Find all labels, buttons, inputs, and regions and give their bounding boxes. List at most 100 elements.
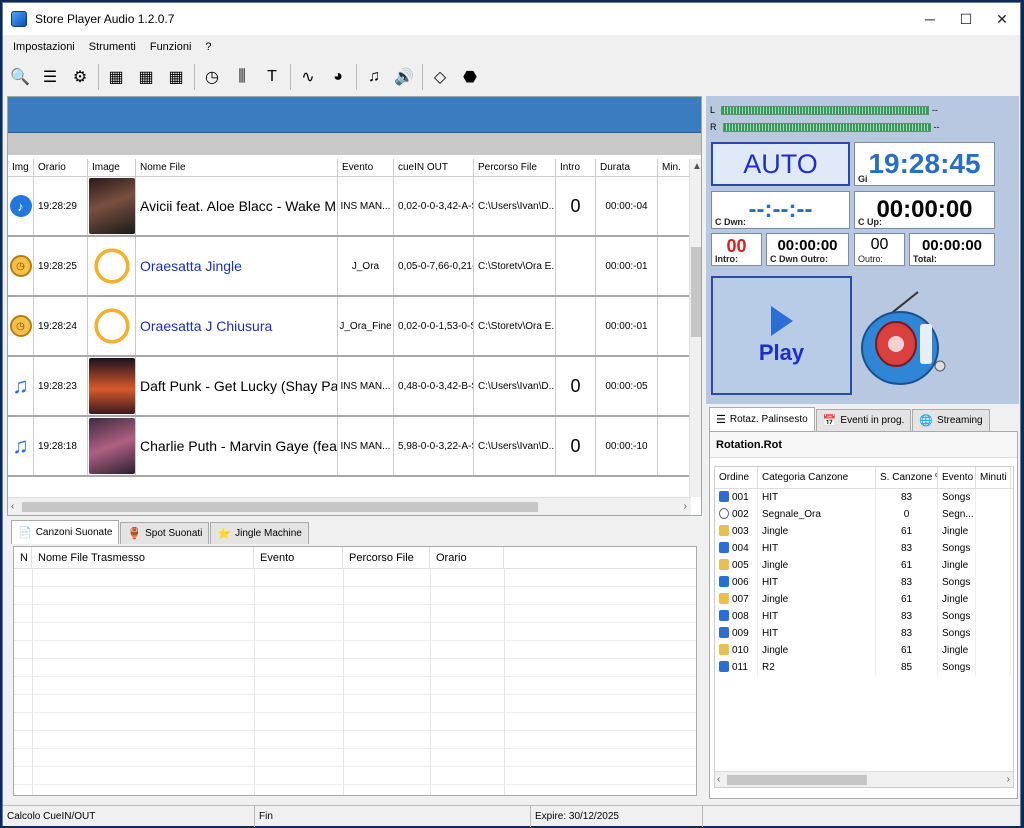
playlist-cell-intro: 0 bbox=[556, 417, 596, 475]
playlist-cell-duration: 00:00:-04 bbox=[596, 177, 658, 235]
playlist-column-header[interactable]: Evento bbox=[338, 159, 394, 177]
rotation-scroll-right-icon[interactable]: › bbox=[1007, 774, 1010, 785]
pie-chart-icon[interactable]: ◕ bbox=[325, 64, 351, 90]
song-icon bbox=[719, 661, 729, 672]
calendar-green-icon[interactable]: ▦ bbox=[163, 64, 189, 90]
scroll-up-icon[interactable]: ▲ bbox=[692, 161, 702, 172]
playlist-cell-cue: 5,98-0-0-3,22-A-S bbox=[394, 417, 474, 475]
play-button[interactable]: Play bbox=[711, 276, 852, 395]
playlist-row[interactable]: ♫ 19:28:23 Daft Punk - Get Lucky (Shay Pal… bbox=[8, 357, 691, 417]
speaker-icon[interactable]: 🔊 bbox=[391, 64, 417, 90]
hammer-icon[interactable]: T bbox=[259, 64, 285, 90]
history-tab[interactable]: 🏺 Spot Suonati bbox=[120, 522, 210, 544]
history-tab[interactable]: 📄 Canzoni Suonate bbox=[11, 520, 120, 544]
playlist-cell-path: C:\Users\Ivan\D... bbox=[474, 357, 556, 415]
rotation-horizontal-scrollbar[interactable]: ‹ › bbox=[715, 771, 1013, 787]
calendar-blue-icon[interactable]: ▦ bbox=[133, 64, 159, 90]
playlist-row[interactable]: ◷ 19:28:25 Oraesatta Jingle J_Ora 0,05-0-7,6… bbox=[8, 237, 691, 297]
playlist-cell-icon: ◷ bbox=[8, 297, 34, 355]
rotation-row[interactable]: 011 R2 85 Songs bbox=[715, 659, 1013, 676]
music-note-icon[interactable]: ♫ bbox=[361, 64, 387, 90]
vertical-scroll-thumb[interactable] bbox=[691, 247, 701, 337]
rotation-row[interactable]: 005 Jingle 61 Jingle bbox=[715, 557, 1013, 574]
countup-value: 00:00:00 bbox=[876, 196, 973, 223]
playlist-cell-cue: 0,02-0-0-3,42-A-S bbox=[394, 177, 474, 235]
playlist-row[interactable]: ♪ 19:28:29 Avicii feat. Aloe Blacc - Wake … bbox=[8, 177, 691, 237]
playlist-cell-min bbox=[658, 237, 691, 295]
list-icon[interactable]: ☰ bbox=[37, 64, 63, 90]
rotation-tab[interactable]: 📅 Eventi in prog. bbox=[815, 409, 912, 431]
clock-icon[interactable]: ◷ bbox=[199, 64, 225, 90]
jingle-icon bbox=[719, 559, 729, 570]
menu-help[interactable]: ? bbox=[205, 41, 211, 53]
clock-display: 19:28:45 Gi bbox=[854, 142, 995, 186]
history-column-header[interactable]: Orario bbox=[430, 547, 504, 569]
playlist-vertical-scrollbar[interactable]: ▲ bbox=[689, 159, 702, 497]
playlist-horizontal-scrollbar[interactable]: ‹ › bbox=[8, 497, 691, 515]
playlist-cell-cue: 0,02-0-0-1,53-0-S bbox=[394, 297, 474, 355]
menu-impostazioni[interactable]: Impostazioni bbox=[13, 41, 75, 53]
playlist-row[interactable]: ♫ 19:28:18 Charlie Puth - Marvin Gaye (fea… bbox=[8, 417, 691, 477]
rotation-row[interactable]: 007 Jingle 61 Jingle bbox=[715, 591, 1013, 608]
rotation-row[interactable]: 001 HIT 83 Songs bbox=[715, 489, 1013, 506]
stop-icon[interactable]: ⬣ bbox=[457, 64, 483, 90]
menu-funzioni[interactable]: Funzioni bbox=[150, 41, 192, 53]
scroll-right-icon[interactable]: › bbox=[684, 501, 687, 512]
rotation-cell-category: Jingle bbox=[758, 591, 876, 608]
menu-strumenti[interactable]: Strumenti bbox=[89, 41, 136, 53]
playlist-column-header[interactable]: Intro bbox=[556, 159, 596, 177]
rotation-column-header[interactable]: Evento bbox=[938, 467, 976, 489]
scroll-left-icon[interactable]: ‹ bbox=[11, 501, 14, 512]
rotation-row[interactable]: 002 Segnale_Ora 0 Segn... bbox=[715, 506, 1013, 523]
history-tab[interactable]: ⭐ Jingle Machine bbox=[210, 522, 309, 544]
playlist-row[interactable]: ◷ 19:28:24 Oraesatta J Chiusura J_Ora_Fine 0… bbox=[8, 297, 691, 357]
rotation-row[interactable]: 010 Jingle 61 Jingle bbox=[715, 642, 1013, 659]
search-icon[interactable]: 🔍 bbox=[7, 64, 33, 90]
rotation-column-header[interactable]: Minuti bbox=[976, 467, 1011, 489]
playlist-column-header[interactable]: cueIN OUT bbox=[394, 159, 474, 177]
rotation-row[interactable]: 006 HIT 83 Songs bbox=[715, 574, 1013, 591]
history-column-header[interactable]: Nome File Trasmesso bbox=[32, 547, 254, 569]
rotation-scroll-thumb[interactable] bbox=[727, 775, 867, 785]
rotation-cell-minutes bbox=[976, 625, 1011, 642]
rotation-cell-minutes bbox=[976, 489, 1011, 506]
horizontal-scroll-thumb[interactable] bbox=[22, 502, 538, 512]
maximize-button[interactable]: ☐ bbox=[948, 3, 984, 35]
intro-label: Intro: bbox=[715, 254, 738, 264]
rotation-cell-minutes bbox=[976, 506, 1011, 523]
rotation-column-header[interactable]: S. Canzone % bbox=[876, 467, 938, 489]
rotation-row[interactable]: 008 HIT 83 Songs bbox=[715, 608, 1013, 625]
eraser-icon[interactable]: ◇ bbox=[427, 64, 453, 90]
rotation-cell-order: 009 bbox=[715, 625, 758, 642]
playlist-column-header[interactable]: Nome File bbox=[136, 159, 338, 177]
playlist-cell-name: Daft Punk - Get Lucky (Shay Palt... bbox=[136, 357, 338, 415]
rotation-scroll-left-icon[interactable]: ‹ bbox=[717, 774, 720, 785]
rotation-row[interactable]: 009 HIT 83 Songs bbox=[715, 625, 1013, 642]
rotation-cell-percent: 61 bbox=[876, 523, 938, 540]
rotation-tab[interactable]: 🌐 Streaming bbox=[912, 409, 990, 431]
rotation-order-value: 004 bbox=[732, 543, 749, 554]
mode-auto-button[interactable]: AUTO bbox=[711, 142, 850, 186]
playlist-column-header[interactable]: Image bbox=[88, 159, 136, 177]
tab-label: Canzoni Suonate bbox=[35, 527, 113, 538]
rotation-row[interactable]: 004 HIT 83 Songs bbox=[715, 540, 1013, 557]
playlist-column-header[interactable]: Percorso File bbox=[474, 159, 556, 177]
minimize-button[interactable]: ─ bbox=[912, 3, 948, 35]
history-column-header[interactable]: Evento bbox=[254, 547, 343, 569]
rotation-tab[interactable]: ☰ Rotaz. Palinsesto bbox=[709, 407, 815, 431]
history-column-header[interactable]: Percorso File bbox=[343, 547, 430, 569]
rotation-column-header[interactable]: Ordine bbox=[715, 467, 758, 489]
playlist-column-header[interactable]: Orario bbox=[34, 159, 88, 177]
waveform-icon[interactable]: ∿ bbox=[295, 64, 321, 90]
history-column-header[interactable]: N bbox=[14, 547, 32, 569]
close-button[interactable]: ✕ bbox=[984, 3, 1020, 35]
rotation-column-header[interactable]: Categoria Canzone bbox=[758, 467, 876, 489]
calendar-icon[interactable]: ▦ bbox=[103, 64, 129, 90]
mixer-icon[interactable]: ⫼ bbox=[229, 64, 255, 90]
rotation-row[interactable]: 003 Jingle 61 Jingle bbox=[715, 523, 1013, 540]
gear-icon[interactable]: ⚙ bbox=[67, 64, 93, 90]
playlist-column-header[interactable]: Min. bbox=[658, 159, 691, 177]
playlist-column-header[interactable]: Img bbox=[8, 159, 34, 177]
playlist-cell-path: C:\Storetv\Ora E... bbox=[474, 297, 556, 355]
playlist-column-header[interactable]: Durata bbox=[596, 159, 658, 177]
